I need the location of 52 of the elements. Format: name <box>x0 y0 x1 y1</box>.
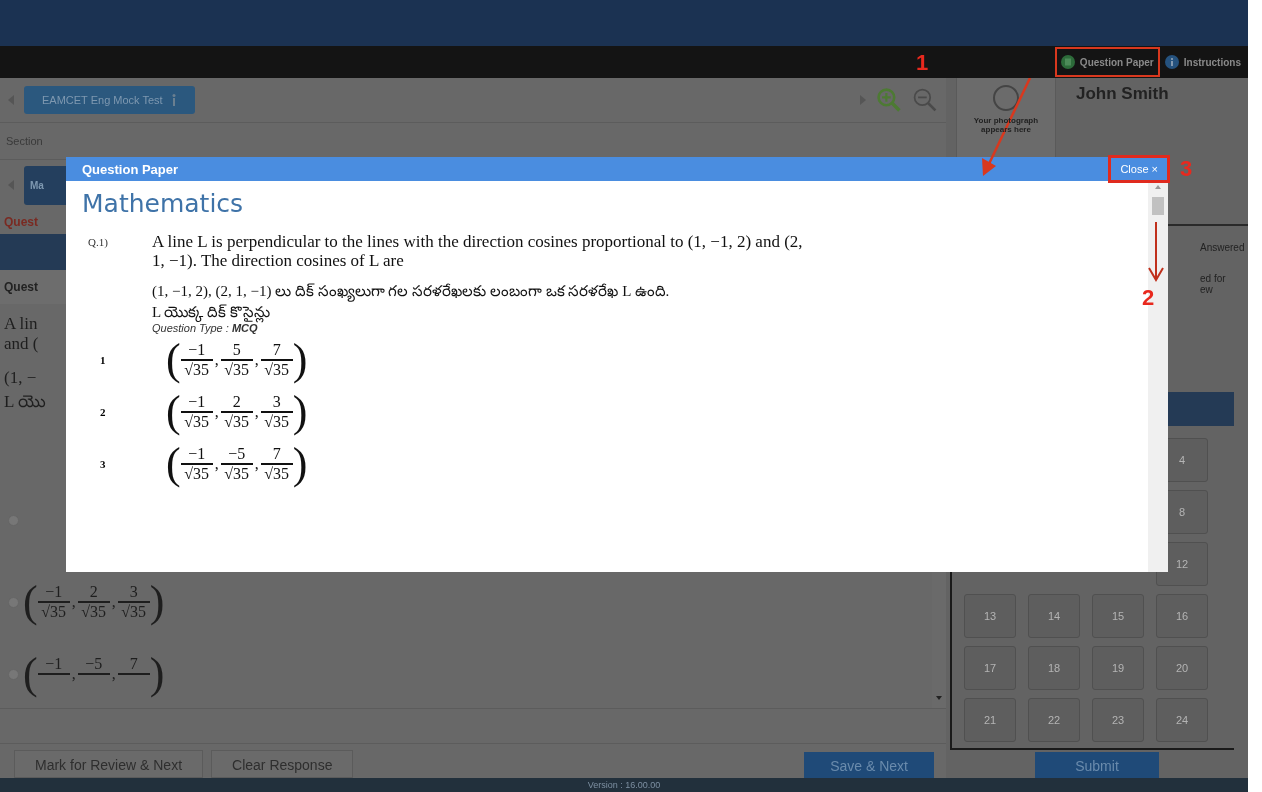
question-number-button[interactable]: 22 <box>1028 698 1080 742</box>
question-type: Question Type : MCQ <box>152 322 258 334</box>
question-heading: Quest <box>4 280 38 294</box>
scroll-down-arrow-icon[interactable] <box>936 696 942 700</box>
question-text: (1, − <box>4 368 37 388</box>
option-number: 3 <box>100 458 107 470</box>
step-number: 1 <box>916 50 929 76</box>
question-text: A line L is perpendicular to the lines with the direction cosines proportional to (1, −1, 2) and (2, 1, −1). The direction cosines of L are <box>152 232 804 270</box>
subject-heading: Mathematics <box>82 189 245 218</box>
question-number-button[interactable]: 19 <box>1092 646 1144 690</box>
zoom-in-icon[interactable] <box>876 87 902 113</box>
submit-button[interactable]: Submit <box>1035 752 1159 778</box>
question-number-button[interactable]: 16 <box>1156 594 1208 638</box>
question-number-button[interactable]: 20 <box>1156 646 1208 690</box>
question-paper-link[interactable]: Question Paper <box>1078 56 1155 68</box>
document-icon <box>1060 55 1075 69</box>
question-number-button[interactable]: 21 <box>964 698 1016 742</box>
save-and-next-button[interactable]: Save & Next <box>804 752 934 778</box>
step-number: 2 <box>1142 285 1155 311</box>
question-number-button[interactable]: 24 <box>1156 698 1208 742</box>
version-text: Version : 16.00.00 <box>587 780 661 790</box>
mark-for-review-button[interactable]: Mark for Review & Next <box>14 750 204 778</box>
scroll-thumb[interactable] <box>1152 197 1164 215</box>
question-text: A lin <box>4 314 38 334</box>
candidate-name: John Smith <box>1076 84 1169 104</box>
zoom-out-icon[interactable] <box>912 87 938 113</box>
question-text: L యొ <box>4 392 46 412</box>
option-number: 1 <box>100 354 107 366</box>
question-number-button[interactable]: 13 <box>964 594 1016 638</box>
question-label: Quest <box>4 215 38 229</box>
dialog-title: Question Paper <box>82 161 179 177</box>
annotation-box <box>1108 155 1170 183</box>
question-number-button[interactable]: 17 <box>964 646 1016 690</box>
info-icon <box>170 94 177 106</box>
question-number-button[interactable]: 18 <box>1028 646 1080 690</box>
question-number: Q.1) <box>88 235 108 250</box>
scroll-up-arrow-icon[interactable] <box>1155 185 1161 189</box>
question-number-button[interactable]: 15 <box>1092 594 1144 638</box>
test-tab[interactable]: EAMCET Eng Mock Test <box>24 86 195 114</box>
legend-label: ed for ew <box>1200 273 1227 295</box>
option-number: 2 <box>100 406 107 418</box>
question-text: (1, −1, 2), (2, 1, −1) లు దిక్ సంఖ్యలుగా గల సరళరేఖలకు లంబంగా ఒక సరళరేఖ L ఉంది. <box>152 280 812 302</box>
question-number-button[interactable]: 23 <box>1092 698 1144 742</box>
annotation-arrow <box>1148 222 1164 282</box>
close-button[interactable]: Close × <box>1114 161 1164 177</box>
info-icon <box>1164 55 1179 69</box>
clear-response-button[interactable]: Clear Response <box>211 750 354 778</box>
step-number: 3 <box>1180 156 1193 182</box>
question-number-button[interactable]: 14 <box>1028 594 1080 638</box>
instructions-link[interactable]: Instructions <box>1182 56 1242 68</box>
question-text: and ( <box>4 334 39 354</box>
question-text: L యొక్క దిక్ కొసైన్లు <box>152 302 812 322</box>
